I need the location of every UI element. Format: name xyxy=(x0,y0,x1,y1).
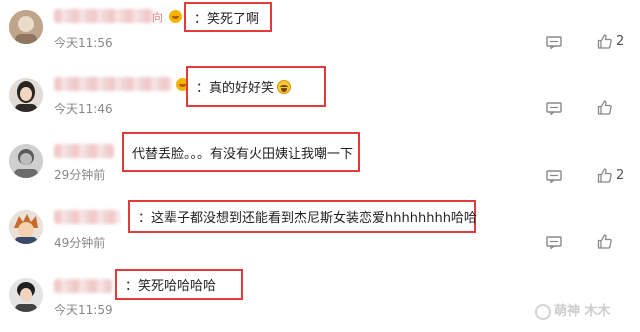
comment-row: 代替丢脸。。。有没有火田姨让我嘲一下 29分钟前 2 xyxy=(0,132,640,198)
comment-row: ：真的好好笑 今天11:46 xyxy=(0,66,640,132)
watermark-logo-icon xyxy=(535,303,551,320)
comment-row: ：这辈子都没想到还能看到杰尼斯女装恋爱hhhhhhhh哈哈 49分钟前 xyxy=(0,198,640,264)
comment-time: 今天11:56 xyxy=(54,36,113,50)
comment-time: 今天11:59 xyxy=(54,303,113,317)
avatar[interactable] xyxy=(9,144,43,178)
username-blur[interactable] xyxy=(54,144,114,158)
comment-highlight-box: ：真的好好笑 xyxy=(186,66,326,107)
username-blur[interactable] xyxy=(54,279,112,293)
avatar[interactable] xyxy=(9,210,43,244)
comment-highlight-box: ：这辈子都没想到还能看到杰尼斯女装恋爱hhhhhhhh哈哈 xyxy=(128,200,477,233)
username-blur[interactable] xyxy=(54,9,154,23)
like-count: 2 xyxy=(616,168,625,183)
comment-row: 向 ：笑死了啊 今天11:56 2 xyxy=(0,0,640,66)
comment-highlight-box: ：笑死哈哈哈哈 xyxy=(115,269,243,300)
comment-highlight-box: 代替丢脸。。。有没有火田姨让我嘲一下 xyxy=(122,132,360,172)
comment-text: 代替丢脸。。。有没有火田姨让我嘲一下 xyxy=(132,146,354,162)
comment-text: ：笑死了啊 xyxy=(194,11,260,27)
thumbs-up-icon[interactable] xyxy=(597,34,612,49)
laughing-face-emoji-icon xyxy=(277,79,292,94)
comment-text: ：真的好好笑 xyxy=(196,81,275,96)
comment-time: 49分钟前 xyxy=(54,236,106,250)
username-blur[interactable] xyxy=(54,210,120,224)
fan-badge-icon xyxy=(169,10,182,23)
like-count: 2 xyxy=(616,34,625,49)
comment-highlight-box: ：笑死了啊 xyxy=(184,2,272,32)
thumbs-up-icon[interactable] xyxy=(597,234,612,249)
thumbs-up-icon[interactable] xyxy=(597,100,612,115)
comment-time: 今天11:46 xyxy=(54,102,113,116)
comment-reply-icon[interactable] xyxy=(546,36,562,49)
username-blur[interactable] xyxy=(54,77,172,91)
comment-text: ：这辈子都没想到还能看到杰尼斯女装恋爱hhhhhhhh哈哈 xyxy=(138,211,477,226)
avatar[interactable] xyxy=(9,10,43,44)
comment-reply-icon[interactable] xyxy=(546,102,562,115)
comment-reply-icon[interactable] xyxy=(546,236,562,249)
comment-text: ：笑死哈哈哈哈 xyxy=(125,279,217,294)
comment-row: ：笑死哈哈哈哈 今天11:59 xyxy=(0,264,640,330)
avatar[interactable] xyxy=(9,278,43,312)
avatar[interactable] xyxy=(9,78,43,112)
thumbs-up-icon[interactable] xyxy=(597,168,612,183)
watermark: 萌神 木木 xyxy=(535,300,611,320)
comment-reply-icon[interactable] xyxy=(546,170,562,183)
comment-time: 29分钟前 xyxy=(54,168,106,182)
